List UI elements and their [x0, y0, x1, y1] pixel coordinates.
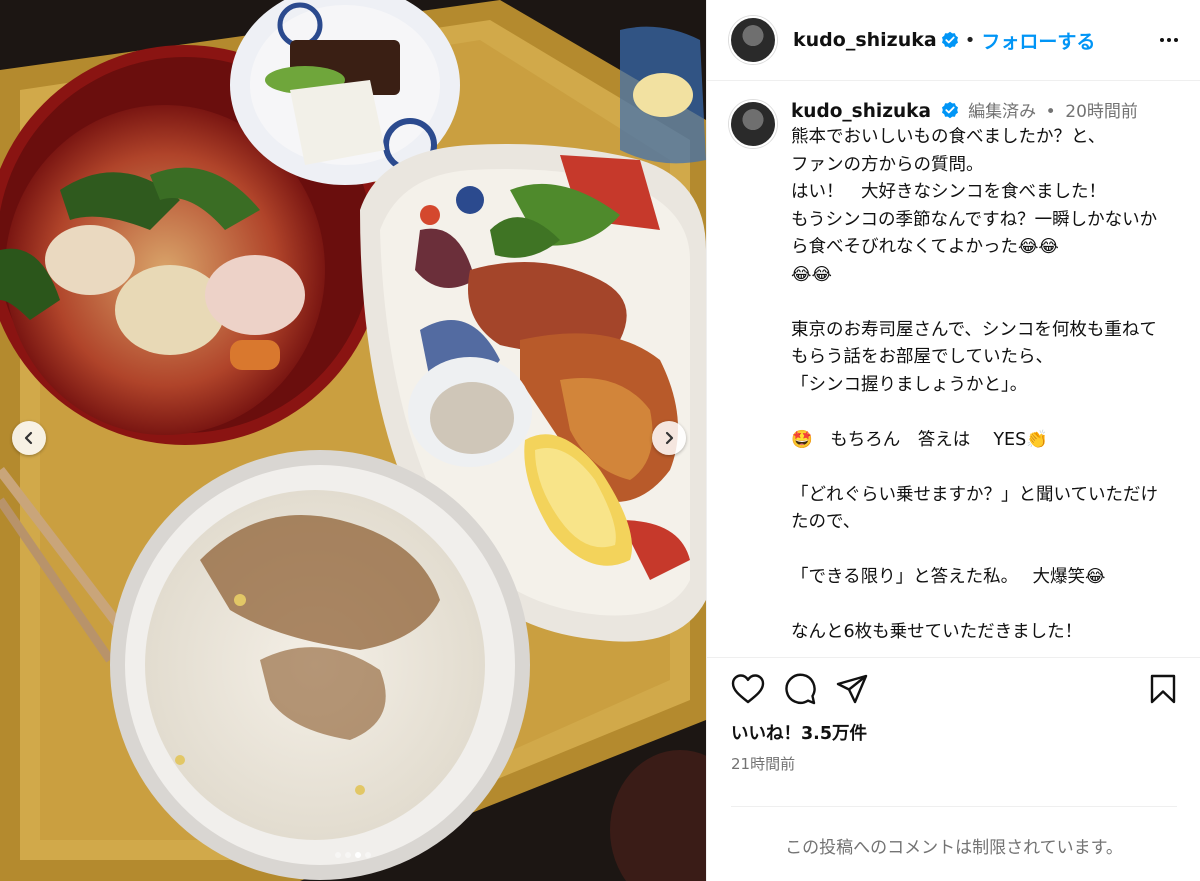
- verified-badge-icon: [941, 31, 958, 49]
- more-options-icon[interactable]: [1160, 38, 1178, 42]
- header-separator: •: [964, 29, 976, 51]
- avatar[interactable]: [729, 16, 777, 64]
- carousel-indicator: [0, 852, 706, 858]
- comment-icon[interactable]: [783, 672, 817, 706]
- header-username[interactable]: kudo_shizuka: [793, 29, 937, 51]
- post-photo[interactable]: [0, 0, 706, 881]
- post-sidebar: kudo_shizuka • フォローする kudo_shizuka 編集済み: [706, 0, 1200, 881]
- share-icon[interactable]: [835, 673, 869, 705]
- caption-separator: •: [1045, 102, 1056, 122]
- likes-count[interactable]: いいね！3.5万件: [731, 720, 1177, 745]
- carousel-dot: [365, 852, 371, 858]
- heart-icon[interactable]: [731, 673, 765, 705]
- carousel-dot: [345, 852, 351, 858]
- bookmark-icon[interactable]: [1149, 673, 1177, 705]
- post-time[interactable]: 21時間前: [731, 753, 1177, 774]
- caption-time[interactable]: 20時間前: [1065, 102, 1138, 122]
- carousel-dot: [335, 852, 341, 858]
- verified-badge-icon: [941, 101, 958, 119]
- edited-label: 編集済み: [968, 102, 1037, 122]
- post-actions: いいね！3.5万件 21時間前: [707, 657, 1200, 774]
- chevron-left-icon: [24, 431, 33, 445]
- caption-text: 熊本でおいしいもの食べましたか？と、 ファンの方からの質問。 はい！ 大好きなシ…: [791, 127, 1158, 642]
- caption-section: kudo_shizuka 編集済み • 20時間前 熊本でおいしいもの食べました…: [707, 82, 1200, 657]
- caption-avatar[interactable]: [729, 100, 777, 148]
- caption-username[interactable]: kudo_shizuka: [791, 101, 931, 122]
- post-header: kudo_shizuka • フォローする: [707, 0, 1200, 81]
- follow-button[interactable]: フォローする: [981, 27, 1095, 54]
- carousel-next-button[interactable]: [652, 421, 686, 455]
- carousel-dot-active: [355, 852, 361, 858]
- comments-limited-notice: この投稿へのコメントは制限されています。: [731, 806, 1177, 858]
- food-photo-image: [0, 0, 706, 881]
- chevron-right-icon: [665, 431, 674, 445]
- carousel-prev-button[interactable]: [12, 421, 46, 455]
- caption-body: kudo_shizuka 編集済み • 20時間前 熊本でおいしいもの食べました…: [791, 100, 1161, 647]
